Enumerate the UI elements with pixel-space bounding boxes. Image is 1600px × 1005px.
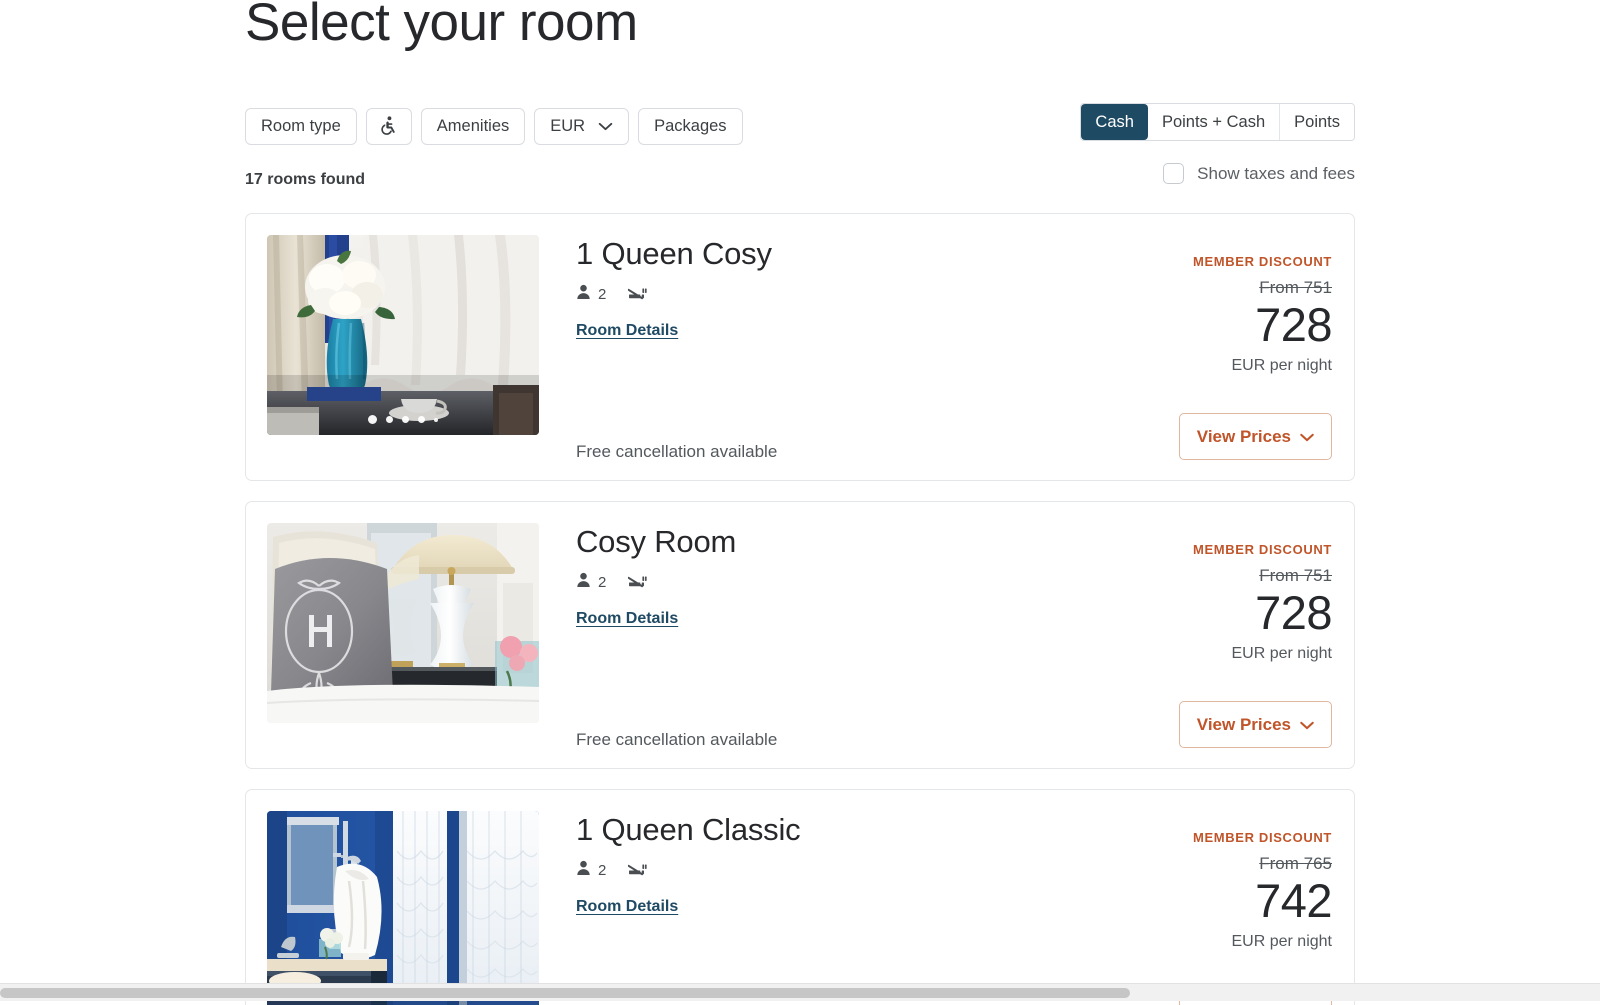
price-block: MEMBER DISCOUNT From 751 728 EUR per nig… bbox=[1072, 254, 1333, 375]
show-taxes-checkbox[interactable] bbox=[1163, 163, 1185, 184]
current-price: 728 bbox=[1255, 586, 1332, 639]
person-icon bbox=[576, 284, 591, 305]
no-smoking-icon bbox=[628, 574, 647, 590]
view-prices-button[interactable]: View Prices bbox=[1178, 701, 1332, 748]
carousel-dot-active[interactable] bbox=[368, 415, 377, 424]
carousel-dot[interactable] bbox=[386, 416, 393, 423]
view-prices-label: View Prices bbox=[1196, 714, 1291, 734]
accessibility-filter-button[interactable] bbox=[365, 107, 412, 145]
tab-points[interactable]: Points bbox=[1280, 104, 1354, 140]
wheelchair-accessible-icon bbox=[378, 115, 400, 137]
filter-bar: Room type Amenities EUR Packages Cash Po… bbox=[245, 103, 1355, 145]
currency-select-button[interactable]: EUR bbox=[534, 107, 630, 145]
occupancy-count: 2 bbox=[598, 573, 607, 591]
current-price: 742 bbox=[1255, 874, 1332, 927]
room-details-link[interactable]: Room Details bbox=[576, 322, 678, 340]
chevron-down-icon bbox=[598, 122, 613, 131]
tab-points-plus-cash[interactable]: Points + Cash bbox=[1147, 104, 1281, 140]
free-cancellation-text: Free cancellation available bbox=[576, 730, 778, 749]
original-price: From 751 bbox=[1259, 566, 1332, 585]
original-price: From 765 bbox=[1259, 854, 1332, 873]
room-card[interactable]: 1 Queen Classic 2 Room Details MEMBER DI… bbox=[245, 789, 1355, 1005]
price-unit: EUR per night bbox=[1231, 933, 1333, 950]
room-card[interactable]: 1 Queen Cosy 2 Room Details Free cancell… bbox=[245, 213, 1355, 481]
room-image-carousel[interactable] bbox=[267, 811, 539, 1005]
results-row: 17 rooms found Show taxes and fees bbox=[245, 163, 1355, 193]
rooms-found-count: 17 rooms found bbox=[245, 171, 366, 188]
page-content: Select your room Room type Amenities EUR bbox=[245, 0, 1355, 1005]
page-title: Select your room bbox=[245, 0, 638, 52]
chevron-down-icon bbox=[1300, 427, 1314, 447]
show-taxes-and-fees-toggle[interactable]: Show taxes and fees bbox=[1163, 163, 1355, 184]
occupancy-count: 2 bbox=[598, 861, 607, 879]
amenities-filter-button[interactable]: Amenities bbox=[420, 107, 526, 145]
person-icon bbox=[576, 572, 591, 593]
member-discount-badge: MEMBER DISCOUNT bbox=[1192, 830, 1332, 845]
tab-cash[interactable]: Cash bbox=[1081, 104, 1148, 140]
no-smoking-icon bbox=[628, 862, 647, 878]
person-icon bbox=[576, 860, 591, 881]
room-card[interactable]: Cosy Room 2 Room Details Free cancellati… bbox=[245, 501, 1355, 769]
room-details-link[interactable]: Room Details bbox=[576, 898, 678, 916]
view-prices-button[interactable]: View Prices bbox=[1178, 413, 1332, 460]
room-photo bbox=[267, 235, 539, 435]
occupancy: 2 bbox=[576, 860, 606, 881]
free-cancellation-text: Free cancellation available bbox=[576, 442, 778, 461]
member-discount-badge: MEMBER DISCOUNT bbox=[1192, 254, 1332, 269]
chevron-down-icon bbox=[1300, 715, 1314, 735]
price-unit: EUR per night bbox=[1231, 357, 1333, 374]
room-image-carousel[interactable] bbox=[267, 235, 539, 435]
horizontal-scrollbar[interactable] bbox=[0, 983, 1600, 1001]
occupancy-count: 2 bbox=[598, 285, 607, 303]
show-taxes-label: Show taxes and fees bbox=[1197, 163, 1355, 183]
room-photo bbox=[267, 523, 539, 723]
carousel-dot[interactable] bbox=[402, 416, 409, 423]
scrollbar-thumb[interactable] bbox=[0, 988, 1130, 998]
occupancy: 2 bbox=[576, 284, 606, 305]
room-type-filter-button[interactable]: Room type bbox=[245, 107, 357, 145]
price-unit: EUR per night bbox=[1231, 645, 1333, 662]
view-prices-label: View Prices bbox=[1196, 426, 1291, 446]
packages-filter-button[interactable]: Packages bbox=[638, 107, 743, 145]
occupancy: 2 bbox=[576, 572, 606, 593]
room-details-link[interactable]: Room Details bbox=[576, 610, 678, 628]
no-smoking-icon bbox=[628, 286, 647, 302]
current-price: 728 bbox=[1255, 298, 1332, 351]
price-block: MEMBER DISCOUNT From 751 728 EUR per nig… bbox=[1072, 542, 1333, 663]
original-price: From 751 bbox=[1259, 278, 1332, 297]
price-block: MEMBER DISCOUNT From 765 742 EUR per nig… bbox=[1072, 830, 1333, 951]
carousel-dots[interactable] bbox=[267, 415, 539, 424]
carousel-dot[interactable] bbox=[434, 417, 438, 422]
currency-value: EUR bbox=[550, 116, 586, 135]
carousel-dot[interactable] bbox=[418, 416, 425, 423]
payment-type-toggle: Cash Points + Cash Points bbox=[1080, 103, 1355, 141]
room-image-carousel[interactable] bbox=[267, 523, 539, 723]
select-room-page: Select your room Room type Amenities EUR bbox=[0, 0, 1600, 1005]
member-discount-badge: MEMBER DISCOUNT bbox=[1192, 542, 1332, 557]
room-photo bbox=[267, 811, 539, 1005]
